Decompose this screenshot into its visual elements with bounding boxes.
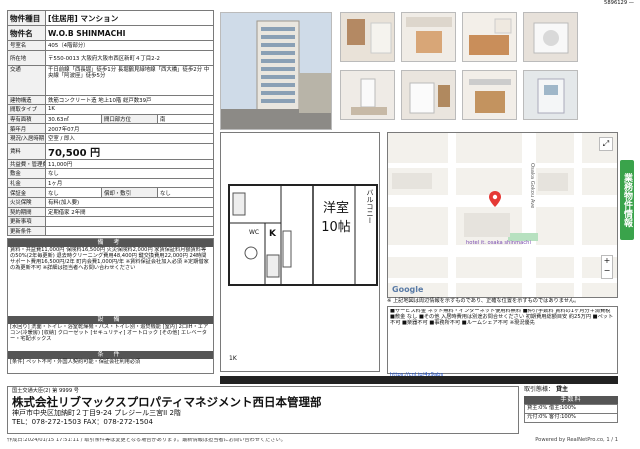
map-drawing — [388, 133, 617, 297]
label-common-fee: 共益費・管理費 — [7, 158, 46, 170]
balcony-label: バルコニー — [366, 189, 374, 224]
business-info-tab[interactable]: 業務物件情報 — [620, 160, 634, 240]
value-structure: 鉄筋コンクリート造 地上10階 総戸数39戸 — [45, 94, 214, 106]
building-image — [221, 13, 331, 129]
value-renewal-cond — [45, 225, 214, 237]
value-contract-period: 定期借家 2年間 — [45, 206, 214, 218]
zoom-out-icon[interactable]: − — [602, 266, 612, 276]
value-room: 405（4階部分） — [45, 40, 214, 51]
remarks-text: ■サービス料金 ネット無料・インターネット使用料無料 ■仲介手数料 賃料の1ヶ月… — [390, 309, 614, 326]
value-built: 2007年07月 — [45, 123, 214, 134]
label-name: 物件名 — [7, 25, 46, 41]
room-label: 洋室 10帖 — [317, 197, 355, 235]
map-fullscreen-icon[interactable]: ⤢ — [599, 137, 613, 151]
interior-photo-6 — [401, 70, 456, 120]
fee-row-1: 貸主:0% 借主:100% — [524, 404, 618, 414]
value-type: [住居用] マンション — [45, 10, 214, 26]
notes-text: 賃料・共益費11,000円 保険料16,500円 火災保険料2,000円 家賃保… — [10, 247, 209, 271]
details-panel: 備 考 賃料・共益費11,000円 保険料16,500円 火災保険料2,000円… — [7, 238, 214, 374]
transaction-panel: 取引態様： 貸主 手数料 貸主:0% 借主:100% 元付:0% 客付:100% — [524, 386, 618, 423]
interior-photo-1 — [340, 12, 395, 62]
company-tel: TEL：078-272-1503 FAX：078-272-1504 — [12, 418, 153, 427]
label-renewal: 更新事項 — [7, 216, 46, 227]
equipment-header: 設 備 — [8, 316, 213, 324]
label-amortization: 償却・敷引 — [101, 187, 158, 198]
property-code: 5896129 — — [604, 0, 634, 6]
label-status: 現況/入居時期 — [7, 132, 46, 144]
location-pin-icon[interactable] — [489, 191, 501, 207]
label-rent: 賃料 — [7, 142, 46, 160]
conditions-header: 条 件 — [8, 351, 213, 359]
value-area: 30.63㎡ — [45, 113, 102, 125]
label-deposit: 敷金 — [7, 168, 46, 179]
value-name: W.O.B SHINMACHI — [45, 25, 214, 41]
value-renewal — [45, 216, 214, 227]
label-type: 物件種目 — [7, 10, 46, 26]
interior-photo-5 — [340, 70, 395, 120]
value-access: 千日前線「西長堀」徒歩1分 長堀鶴見緑地線「西大橋」徒歩2分 中央線「阿波座」徒… — [45, 64, 214, 96]
label-insurance: 火災保険 — [7, 196, 46, 208]
map-street-label: Osaka Gokou Ave — [529, 163, 535, 209]
value-layout: 1K — [45, 104, 214, 115]
interior-photo-4 — [523, 12, 578, 62]
room-size: 10帖 — [321, 220, 351, 235]
label-layout: 間取タイプ — [7, 104, 46, 115]
fee-row-2: 元付:0% 客付:100% — [524, 413, 618, 423]
notes-header: 備 考 — [8, 239, 213, 247]
company-panel: 国土交通大臣(2) 第 9999 号 株式会社リブマックスプロパティマネジメント… — [7, 386, 519, 434]
floor-type-label: 1K — [229, 355, 237, 362]
label-built: 築年月 — [7, 123, 46, 134]
floor-plan: 洋室 10帖 バルコニー WC K 1K — [220, 132, 380, 372]
interior-photo-8 — [523, 70, 578, 120]
label-address: 所在地 — [7, 49, 46, 66]
remarks-panel: ■サービス料金 ネット無料・インターネット使用料無料 ■仲介手数料 賃料の1ヶ月… — [387, 306, 618, 378]
value-guarantee: なし — [45, 187, 102, 198]
zoom-in-icon[interactable]: + — [602, 256, 612, 266]
fee-header: 手数料 — [524, 396, 618, 404]
value-amortization: なし — [157, 187, 214, 198]
kitchen-label: K — [269, 229, 276, 239]
transaction-value: 貸主 — [555, 386, 568, 393]
label-contract-period: 契約期間 — [7, 206, 46, 218]
map-hotel-label: hotel it. osaka shinmachi — [466, 240, 531, 246]
floor-plan-drawing — [228, 184, 378, 286]
room-type: 洋室 — [322, 201, 349, 216]
map-note: ※ 上記地図は周辺情報を示すものであり、正確な位置を示すものではありません。 — [387, 298, 580, 304]
google-logo: Google — [392, 285, 424, 294]
label-guarantee: 保証金 — [7, 187, 46, 198]
value-rent: 70,500 円 — [45, 142, 214, 160]
value-insurance: 有料(加入要) — [45, 196, 214, 208]
label-area: 専有面積 — [7, 113, 46, 125]
company-address: 神戸市中央区加納町２丁目9-24 プレジール三宮II 2階 — [12, 409, 181, 418]
value-status: 空室 / 即入 — [45, 132, 214, 144]
footer-left: 作成日:2024/01/15 17:51:11 / 取引条件等は変更となる場合が… — [7, 438, 286, 443]
value-address: 〒550-0013 大阪府大阪市西区新町４丁目2-2 — [45, 49, 214, 66]
value-key-money: 1ヶ月 — [45, 177, 214, 189]
interior-photo-7 — [462, 70, 517, 120]
footer-right: Powered by RealNetPro.co, 1 / 1 — [535, 437, 618, 443]
label-structure: 建物構造 — [7, 94, 46, 106]
label-access: 交通 — [7, 64, 46, 96]
value-direction: 南 — [157, 113, 214, 125]
label-renewal-cond: 更新条件 — [7, 225, 46, 237]
building-photo — [220, 12, 332, 130]
label-room: 号室名 — [7, 40, 46, 51]
value-deposit: なし — [45, 168, 214, 179]
interior-photo-2 — [401, 12, 456, 62]
conditions-text: [条件] ペット不可・外国人契約可能・保証会社利用必須 — [10, 359, 141, 365]
company-name: 株式会社リブマックスプロパティマネジメント西日本管理部 — [12, 394, 322, 409]
map[interactable]: hotel it. osaka shinmachi Osaka Gokou Av… — [387, 132, 618, 298]
wc-label: WC — [249, 229, 260, 236]
value-common-fee: 11,000円 — [45, 158, 214, 170]
equipment-text: [水回り] 洗面・トイレ・浴室乾燥機・バス・トイレ別・追焚機能 [室内] 2口I… — [10, 324, 209, 342]
separator-strip — [220, 376, 618, 384]
label-key-money: 礼金 — [7, 177, 46, 189]
label-direction: 間口部方位 — [101, 113, 158, 125]
interior-photo-3 — [462, 12, 517, 62]
map-zoom-controls[interactable]: + − — [601, 255, 613, 279]
transaction-label: 取引態様： — [524, 386, 555, 393]
spec-table: 物件種目 [住居用] マンション 物件名 W.O.B SHINMACHI 号室名 40… — [7, 10, 214, 237]
